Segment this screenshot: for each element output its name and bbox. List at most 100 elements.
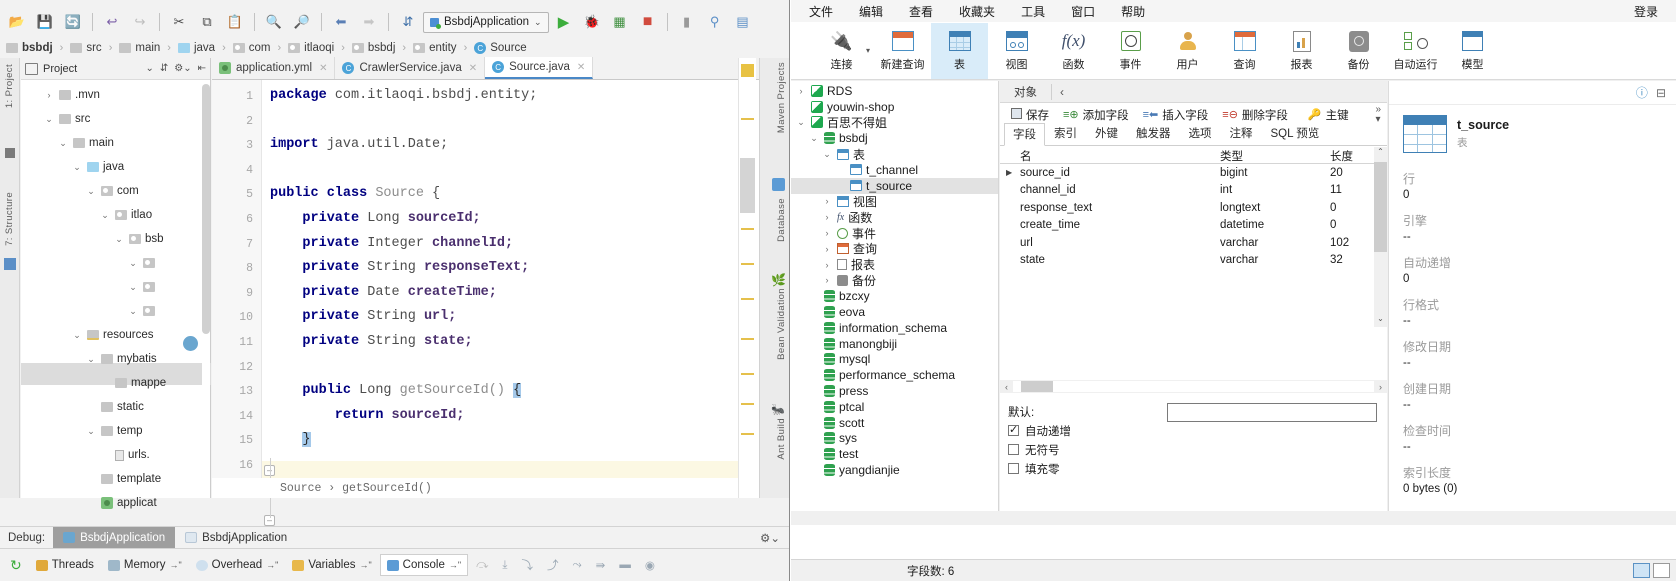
field-row[interactable]: channel_id int 11 <box>1000 182 1387 200</box>
project-tree-item[interactable]: urls. <box>21 443 210 467</box>
ribbon-function[interactable]: f(x) 函数 <box>1045 23 1102 79</box>
run-icon[interactable]: ▶ <box>551 10 577 34</box>
vertical-scrollbar-thumb[interactable] <box>1374 162 1387 252</box>
designer-tab-4[interactable]: 选项 <box>1180 122 1221 145</box>
close-icon[interactable]: ✕ <box>319 63 327 74</box>
resume-program-icon[interactable]: ↻ <box>4 554 28 576</box>
field-type[interactable]: varchar <box>1214 254 1324 266</box>
menu-view[interactable]: 查看 <box>909 3 933 20</box>
rail-item-project[interactable]: 1: Project <box>4 64 15 108</box>
navicat-tree-item[interactable]: youwin-shop <box>791 99 998 115</box>
menu-tools[interactable]: 工具 <box>1021 3 1045 20</box>
rail-item-bean-validation[interactable]: Bean Validation <box>776 288 787 360</box>
view-breakpoints-icon[interactable]: ◉ <box>639 554 661 576</box>
breadcrumb-item-java[interactable]: java › <box>177 42 233 54</box>
debug-session-tab[interactable]: BsbdjApplication <box>175 527 297 549</box>
tab-console[interactable]: Console →" <box>379 554 469 576</box>
field-name[interactable]: create_time <box>1014 219 1214 231</box>
hide-panel-icon[interactable]: ⇤ <box>198 63 206 74</box>
scroll-up-icon[interactable]: ⌃ <box>1374 147 1387 160</box>
designer-action-primary-key[interactable]: 🔑 主键 <box>1303 107 1354 123</box>
ribbon-connection[interactable]: 🔌 连接 <box>813 23 870 79</box>
designer-tab-0[interactable]: 字段 <box>1004 123 1045 146</box>
close-icon[interactable]: ✕ <box>469 63 477 74</box>
zerofill-row[interactable]: 填充零 <box>1008 459 1379 478</box>
undo-icon[interactable]: ↩ <box>99 10 125 34</box>
scroll-down-icon[interactable]: ⌄ <box>1374 314 1387 327</box>
code-line[interactable]: private String state; <box>270 334 472 349</box>
editor-gutter[interactable]: 1 2 3 4 5 6 7 8 9 10 11 12 13 14 15 16 <box>212 80 262 498</box>
code-line[interactable]: private String url; <box>270 309 456 324</box>
breadcrumb-item-itlaoqi[interactable]: itlaoqi › <box>288 42 352 54</box>
field-grid-vertical-scrollbar[interactable]: ⌃ ⌄ <box>1374 147 1387 327</box>
project-tree[interactable]: › .mvn ⌄ src ⌄ main ⌄ java ⌄ com ⌄ itlao ⌄ bsb ⌄ ⌄ ⌄ ⌄ res… <box>21 80 210 515</box>
run-configuration-selector[interactable]: BsbdjApplication ⌄ <box>423 11 549 33</box>
scroll-left-icon[interactable]: ‹ <box>1000 382 1013 392</box>
breadcrumb-item-bsbdj[interactable]: bsbdj › <box>6 42 70 54</box>
field-length[interactable]: 32 <box>1324 254 1374 266</box>
error-stripe-gutter[interactable] <box>738 58 756 498</box>
unsigned-row[interactable]: 无符号 <box>1008 440 1379 459</box>
navicat-ribbon[interactable]: 🔌 连接 ▾ 新建查询 表 视图 f(x) 函数 事件 用户 查询 报表 备份 自动运行 模型 <box>791 22 1676 80</box>
code-line[interactable]: return sourceId; <box>270 408 465 423</box>
designer-tab-1[interactable]: 索引 <box>1045 122 1086 145</box>
field-name[interactable]: channel_id <box>1014 184 1214 196</box>
tree-toggle-icon[interactable]: ⌄ <box>127 306 139 317</box>
code-line[interactable]: private Long sourceId; <box>270 211 480 226</box>
menu-file[interactable]: 文件 <box>809 3 833 20</box>
navicat-tree-item[interactable]: t_source <box>791 177 998 194</box>
tree-toggle-icon[interactable]: ⌄ <box>85 426 97 437</box>
navicat-tree-item[interactable]: › 查询 <box>791 241 998 257</box>
designer-tab-3[interactable]: 触发器 <box>1127 122 1180 145</box>
navicat-tree-item[interactable]: ⌄ 百思不得姐 <box>791 115 998 131</box>
navicat-tree-item[interactable]: ptcal <box>791 399 998 415</box>
favorites-icon[interactable] <box>5 148 15 158</box>
find-icon[interactable]: 🔍 <box>261 10 287 34</box>
tree-toggle-icon[interactable]: › <box>43 90 55 100</box>
project-tree-item[interactable]: mappe <box>21 371 210 395</box>
field-row[interactable]: state varchar 32 <box>1000 252 1387 270</box>
designer-action-delete-field[interactable]: ≡⊖ 删除字段 <box>1217 107 1293 123</box>
project-scrollbar-thumb[interactable] <box>202 84 210 334</box>
evaluate-expression-icon[interactable]: ⇛ <box>590 554 612 576</box>
designer-tab-6[interactable]: SQL 预览 <box>1262 122 1329 145</box>
forward-icon[interactable]: ➡ <box>356 10 382 34</box>
ribbon-event[interactable]: 事件 <box>1102 23 1159 79</box>
code-line[interactable]: public Long getSourceId() { <box>270 383 522 399</box>
tree-toggle-icon[interactable]: ⌄ <box>99 210 111 221</box>
project-tree-item[interactable]: ⌄ src <box>21 107 210 131</box>
field-row[interactable]: url varchar 102 <box>1000 234 1387 252</box>
navicat-tree-item[interactable]: performance_schema <box>791 367 998 383</box>
view-split-left-icon[interactable] <box>1633 563 1650 578</box>
project-tree-item[interactable]: ⌄ <box>21 299 210 323</box>
navicat-tree-item[interactable]: press <box>791 383 998 399</box>
rail-item-database[interactable]: Database <box>776 198 787 242</box>
breadcrumb-item-main[interactable]: main › <box>119 42 178 54</box>
rail-item-structure[interactable]: 7: Structure <box>4 192 15 246</box>
ribbon-report[interactable]: 报表 <box>1273 23 1330 79</box>
ribbon-query[interactable]: 查询 <box>1216 23 1273 79</box>
open-folder-icon[interactable]: 📂 <box>4 10 30 34</box>
navicat-tree-item[interactable]: scott <box>791 415 998 431</box>
field-name[interactable]: state <box>1014 254 1214 266</box>
gear-icon[interactable]: ⚙⌄ <box>760 531 789 545</box>
field-length[interactable]: 20 <box>1324 167 1374 179</box>
project-scrollbar[interactable] <box>202 84 210 496</box>
field-row[interactable]: create_time datetime 0 <box>1000 217 1387 235</box>
step-out-icon[interactable]: ⤴ <box>541 554 565 576</box>
column-header-name[interactable]: 名 <box>1014 146 1214 163</box>
navicat-tree-item[interactable]: yangdianjie <box>791 462 998 478</box>
navicat-tree-item[interactable]: information_schema <box>791 320 998 336</box>
code-text[interactable]: package com.itlaoqi.bsbdj.entity; import … <box>270 80 750 498</box>
tree-toggle-icon[interactable]: › <box>821 275 833 285</box>
object-tab[interactable]: 对象 <box>1000 84 1051 100</box>
project-tree-item[interactable]: ⌄ itlao <box>21 203 210 227</box>
mute-breakpoints-icon[interactable]: ▬ <box>613 554 637 576</box>
zerofill-checkbox[interactable] <box>1008 463 1019 474</box>
layout-icon[interactable]: ▤ <box>730 10 756 34</box>
debug-icon[interactable]: 🐞 <box>579 10 605 34</box>
chevron-down-icon[interactable]: ▾ <box>866 46 870 55</box>
menu-window[interactable]: 窗口 <box>1071 3 1095 20</box>
step-into-icon[interactable]: ⤓ <box>496 554 513 576</box>
field-length[interactable]: 0 <box>1324 219 1374 231</box>
